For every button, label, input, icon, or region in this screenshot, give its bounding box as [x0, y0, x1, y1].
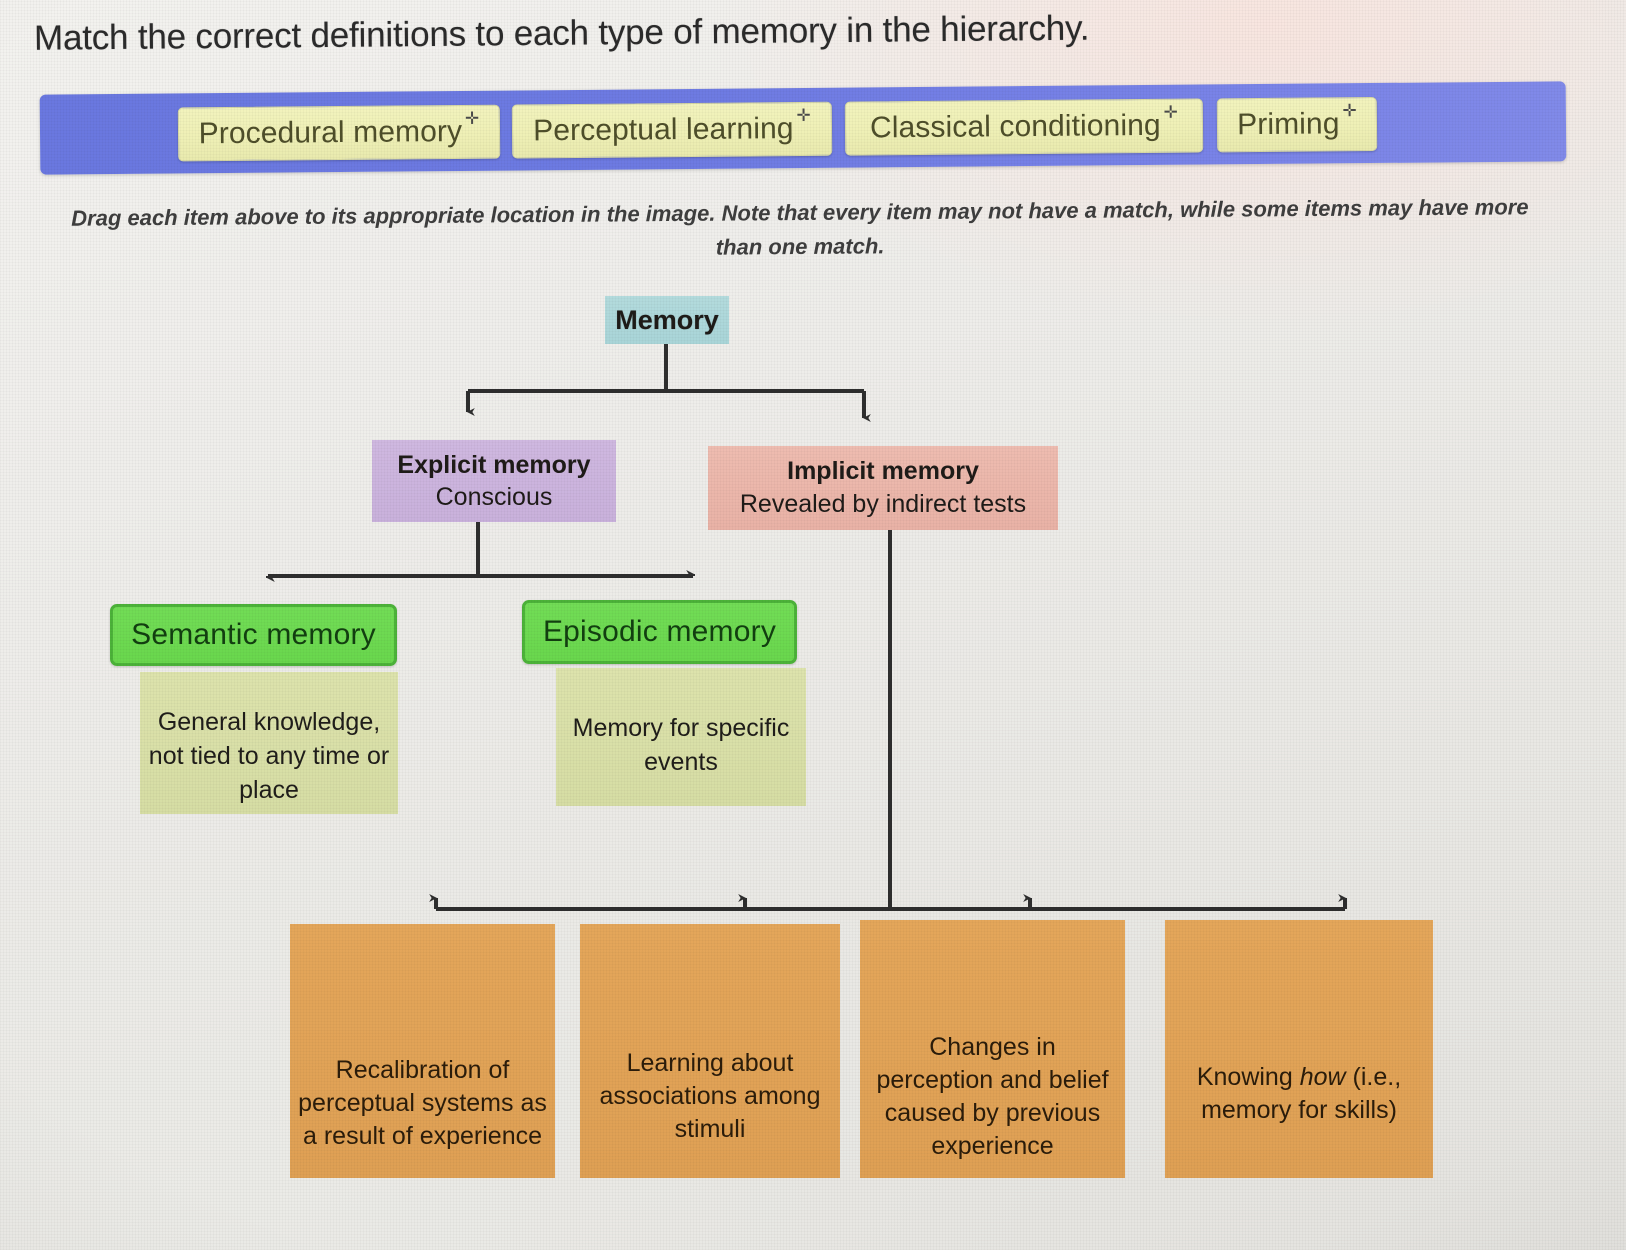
hierarchy-connectors [266, 344, 1347, 911]
